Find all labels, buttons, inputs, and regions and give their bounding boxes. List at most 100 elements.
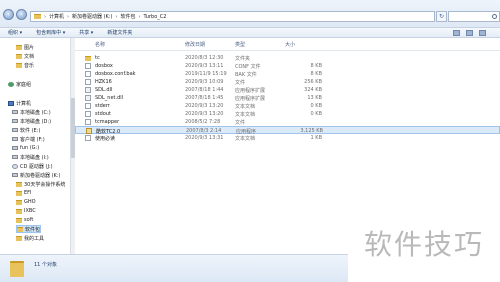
share-button[interactable]: 共享 ▾: [79, 29, 93, 36]
drive-icon: [12, 155, 18, 159]
sidebar-item[interactable]: 30天学会操作系统: [16, 180, 65, 188]
search-input[interactable]: [448, 11, 500, 22]
folder-icon: [10, 261, 24, 277]
file-type: 文件: [235, 120, 246, 126]
file-size: 8 KB: [310, 71, 322, 77]
file-date: 2019/11/9 15:19: [185, 71, 227, 77]
sidebar-item[interactable]: CD 驱动器 (J:): [12, 162, 53, 170]
file-row[interactable]: tcmapper 2008/5/2 7:28 文件: [75, 118, 500, 126]
sidebar-item[interactable]: GHO: [16, 198, 36, 206]
breadcrumb-item[interactable]: 计算机: [49, 13, 64, 20]
breadcrumb-item[interactable]: 新加卷驱动器 (K:): [72, 13, 112, 20]
file-row[interactable]: 酷软TC2.0 2007/8/3 2:14 应用程序 3,125 KB: [75, 126, 500, 135]
refresh-icon[interactable]: ↻: [436, 11, 447, 22]
file-row[interactable]: SDL.dll 2007/8/18 1:44 应用程序扩展 324 KB: [75, 86, 500, 94]
file-type: 文件夹: [235, 56, 251, 62]
drive-icon: [12, 173, 18, 177]
sidebar-item[interactable]: soft: [16, 216, 33, 224]
file-row[interactable]: dosbox 2020/9/3 13:11 CONF 文件 8 KB: [75, 62, 500, 70]
sidebar-item-label: CD 驱动器 (J:): [20, 163, 53, 170]
folder-icon: [16, 44, 22, 50]
column-header-size[interactable]: 大小: [285, 41, 295, 49]
sidebar-item[interactable]: 新加卷驱动器 (K:): [12, 171, 60, 179]
file-row[interactable]: HZK16 2020/9/3 10:09 文件 256 KB: [75, 78, 500, 86]
sidebar-item[interactable]: 客户端 (F:): [12, 135, 45, 143]
preview-pane-icon[interactable]: [466, 30, 473, 36]
drive-icon: [12, 110, 18, 114]
file-row[interactable]: stderr 2020/9/3 13:20 文本文档 0 KB: [75, 102, 500, 110]
sidebar-item[interactable]: 本地磁盘 (D:): [12, 117, 51, 125]
file-size: 256 KB: [304, 79, 322, 85]
file-row[interactable]: tc 2020/8/3 12:30 文件夹: [75, 54, 500, 62]
file-name: dosbox.conf.bak: [95, 71, 136, 77]
folder-icon: [16, 199, 22, 205]
sidebar-item-label: IXBC: [24, 208, 36, 214]
column-header-name[interactable]: 名称: [95, 41, 105, 49]
file-name: dosbox: [95, 63, 113, 69]
header-divider: [75, 50, 500, 51]
file-size: 8 KB: [310, 63, 322, 69]
address-bar: ‹ › › 计算机 › 新加卷驱动器 (K:) › 软件包 › Turbo_C2…: [0, 0, 500, 28]
breadcrumb-item[interactable]: 软件包: [120, 13, 135, 20]
new-folder-button[interactable]: 新建文件夹: [107, 29, 132, 36]
sidebar-item[interactable]: 本地磁盘 (I:): [12, 153, 49, 161]
back-button[interactable]: ‹: [3, 9, 14, 20]
file-name: stdout: [95, 111, 111, 117]
sidebar-item-label: 新加卷驱动器 (K:): [20, 172, 61, 179]
homegroup-icon: [8, 81, 14, 87]
forward-button[interactable]: ›: [16, 9, 27, 20]
folder-icon: [16, 181, 22, 187]
file-name: SDL_net.dll: [95, 95, 124, 101]
breadcrumb-item[interactable]: Turbo_C2: [144, 14, 167, 20]
sidebar-item[interactable]: 图片: [16, 43, 34, 51]
sidebar-item[interactable]: 本地磁盘 (C:): [12, 108, 51, 116]
file-date: 2007/8/18 1:44: [185, 87, 224, 93]
file-icon: [85, 119, 91, 125]
sidebar-item-label: fun (G:): [20, 145, 40, 151]
file-row[interactable]: 使用必读 2020/9/3 13:31 文本文档 1 KB: [75, 134, 500, 142]
sidebar-item-label: 软件 (E:): [20, 127, 41, 134]
file-date: 2008/5/2 7:28: [185, 119, 221, 125]
sidebar-item[interactable]: 家庭组: [8, 80, 31, 88]
sidebar-item-label: 客户端 (F:): [20, 136, 45, 143]
item-count: 11 个对象: [34, 262, 57, 268]
sidebar-item-label: 计算机: [16, 100, 32, 107]
folder-icon: [16, 53, 22, 59]
file-type: BAK 文件: [235, 72, 257, 78]
organize-button[interactable]: 组织 ▾: [8, 29, 22, 36]
sidebar-item[interactable]: EFI: [16, 189, 32, 197]
sidebar-item[interactable]: 软件包: [16, 225, 42, 233]
sidebar-item[interactable]: 我的工具: [16, 234, 44, 242]
folder-icon: [34, 14, 41, 19]
file-type: 文本文档: [235, 112, 256, 118]
sidebar-item[interactable]: IXBC: [16, 207, 36, 215]
sidebar-item[interactable]: fun (G:): [12, 144, 39, 152]
drive-icon: [12, 128, 18, 132]
file-date: 2020/9/3 13:20: [185, 111, 224, 117]
computer-icon: [8, 100, 14, 106]
file-row[interactable]: dosbox.conf.bak 2019/11/9 15:19 BAK 文件 8 KB: [75, 70, 500, 78]
drive-icon: [12, 119, 18, 123]
sidebar-item-label: soft: [24, 217, 34, 223]
dll-icon: [85, 87, 91, 93]
sidebar-item[interactable]: 文档: [16, 52, 34, 60]
folder-icon: [16, 235, 22, 241]
watermark-text: 软件技巧: [363, 228, 484, 261]
column-header-date[interactable]: 修改日期: [185, 41, 205, 49]
sidebar-item[interactable]: 计算机: [8, 99, 31, 107]
breadcrumb[interactable]: › 计算机 › 新加卷驱动器 (K:) › 软件包 › Turbo_C2: [30, 11, 435, 22]
file-name: 使用必读: [95, 136, 116, 142]
include-in-library-button[interactable]: 包含到库中 ▾: [36, 29, 65, 36]
column-header-type[interactable]: 类型: [235, 41, 245, 49]
sidebar-item-label: 文档: [24, 53, 35, 60]
help-icon[interactable]: [479, 30, 486, 36]
file-size: 0 KB: [310, 111, 322, 117]
file-row[interactable]: stdout 2020/9/3 13:20 文本文档 0 KB: [75, 110, 500, 118]
folder-icon: [16, 190, 22, 196]
sidebar-item[interactable]: 软件 (E:): [12, 126, 40, 134]
sidebar-item[interactable]: 音乐: [16, 61, 34, 69]
file-row[interactable]: SDL_net.dll 2007/8/18 1:45 应用程序扩展 13 KB: [75, 94, 500, 102]
view-options-icon[interactable]: [453, 30, 460, 36]
search-icon: [492, 14, 497, 19]
file-icon: [85, 135, 91, 141]
